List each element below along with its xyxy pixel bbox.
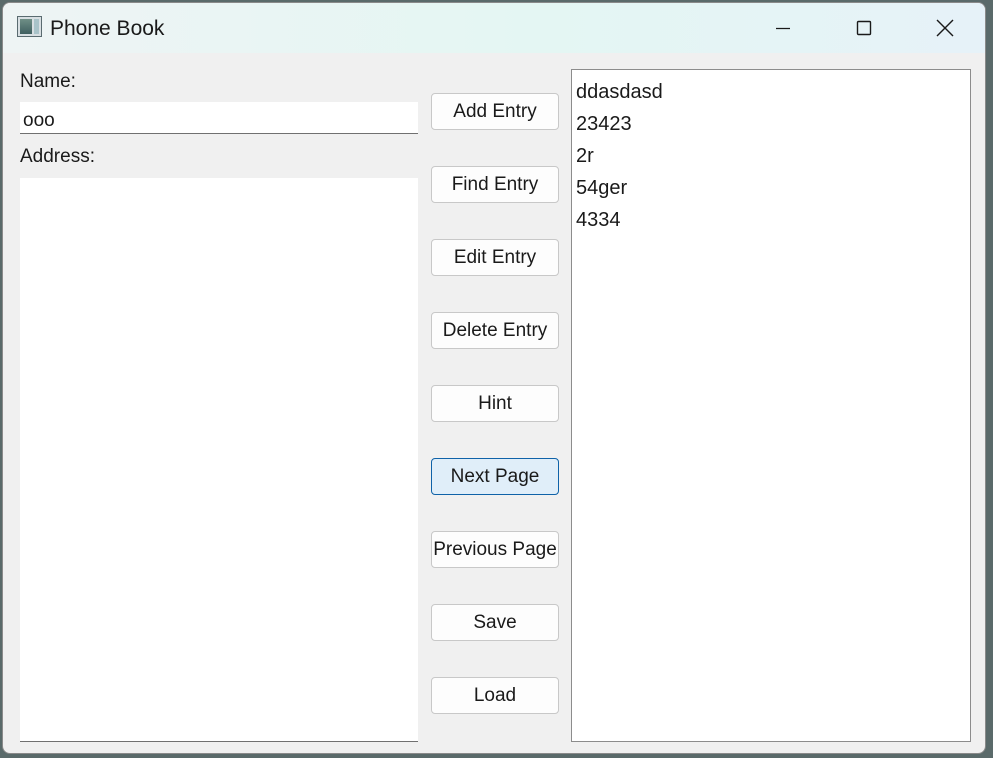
close-button[interactable] [917,3,973,53]
address-textarea[interactable] [20,178,418,742]
maximize-icon [856,20,872,36]
list-item[interactable]: 4334 [572,204,970,236]
close-icon [936,19,954,37]
list-item[interactable]: 2r [572,140,970,172]
save-button[interactable]: Save [431,604,559,641]
previous-page-button[interactable]: Previous Page [431,531,559,568]
add-entry-button[interactable]: Add Entry [431,93,559,130]
phone-book-window: Phone Book Name: Address: Add Entry Find… [2,2,986,754]
minimize-icon [776,27,790,30]
list-item[interactable]: 23423 [572,108,970,140]
load-button[interactable]: Load [431,677,559,714]
address-label: Address: [20,146,95,167]
app-icon [17,16,42,37]
maximize-button[interactable] [836,3,892,53]
find-entry-button[interactable]: Find Entry [431,166,559,203]
name-label: Name: [20,71,76,92]
next-page-button[interactable]: Next Page [431,458,559,495]
hint-button[interactable]: Hint [431,385,559,422]
list-item[interactable]: 54ger [572,172,970,204]
edit-entry-button[interactable]: Edit Entry [431,239,559,276]
entries-listbox[interactable]: ddasdasd 23423 2r 54ger 4334 [571,69,971,742]
window-title: Phone Book [50,17,165,40]
title-bar[interactable]: Phone Book [3,3,985,53]
delete-entry-button[interactable]: Delete Entry [431,312,559,349]
minimize-button[interactable] [755,3,811,53]
list-item[interactable]: ddasdasd [572,76,970,108]
name-input[interactable] [20,102,418,134]
